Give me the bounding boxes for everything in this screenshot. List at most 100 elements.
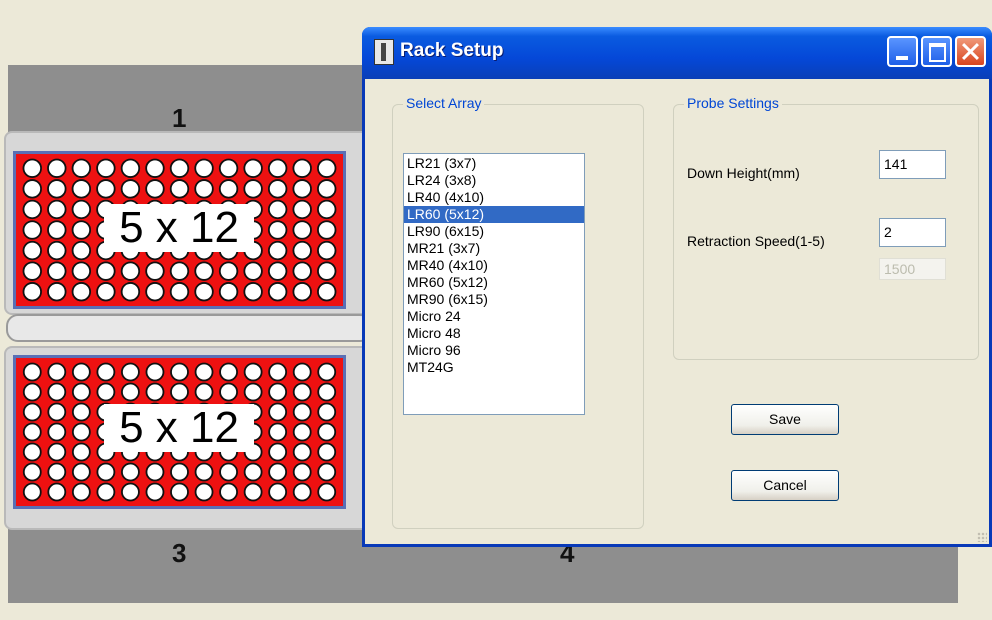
plate-well [317,240,337,261]
plate-well [96,382,116,402]
plate-well [22,442,42,462]
plate-well [268,402,288,422]
select-array-group: Select Array LR21 (3x7) LR24 (3x8) LR40 (4… [392,95,644,529]
plate-well [121,382,140,402]
array-list-item[interactable]: LR24 (3x8) [404,172,584,189]
plate-well [268,482,288,502]
plate-well [71,482,91,502]
plate-well [268,462,288,482]
rack-area-top-band [8,65,368,135]
plate-well [145,261,165,281]
retraction-speed-field[interactable]: 2 [879,218,946,247]
plate-well [194,179,214,199]
probe-settings-title: Probe Settings [684,95,782,111]
plate-well [47,220,67,240]
array-list-item[interactable]: MR60 (5x12) [404,274,584,291]
plate-well [194,261,214,281]
plate-well [145,462,165,482]
plate-well [267,240,288,261]
plate-well [292,179,312,199]
plate-well [145,382,165,402]
plate-well [22,199,42,220]
plate-well [170,482,189,502]
plate-well [243,179,263,199]
plate-well [22,179,42,199]
plate-well [96,462,116,482]
plate-well [22,261,42,281]
plate-well [317,261,337,281]
plate-well [292,402,312,422]
cancel-button[interactable]: Cancel [731,470,839,501]
plate-well [317,362,337,382]
array-list-item[interactable]: Micro 96 [404,342,584,359]
plate-well [194,462,214,482]
plate-well [71,382,91,402]
plate-well [194,158,214,178]
plate-well [267,199,288,220]
plate-well [71,158,92,178]
plate-well [22,422,42,442]
array-list-item[interactable]: MR21 (3x7) [404,240,584,257]
plate-well [145,158,165,178]
array-listbox[interactable]: LR21 (3x7) LR24 (3x8) LR40 (4x10) LR60 (5x1… [403,153,585,415]
plate-well [170,462,189,482]
plate-well [194,382,214,402]
plate-well [47,422,67,442]
plate-well [71,199,92,220]
array-list-item[interactable]: Micro 48 [404,325,584,342]
plate-well [22,382,42,402]
plate-well [194,482,214,502]
plate-well [71,261,92,281]
plate-well [96,282,116,302]
rack-plate-3[interactable]: 5 x 12 [13,355,346,509]
array-list-item[interactable]: LR40 (4x10) [404,189,584,206]
plate-well [169,179,190,199]
plate-well [267,158,288,178]
plate-well [267,282,288,302]
plate-well [243,462,263,482]
plate-well [22,482,42,502]
plate-well [170,362,189,382]
maximize-button[interactable] [921,36,952,67]
plate-well [292,462,312,482]
array-list-item[interactable]: Micro 24 [404,308,584,325]
title-bar[interactable]: Rack Setup [362,27,992,79]
plate-well [47,261,67,281]
resize-grip[interactable] [977,532,987,542]
plate-well [22,220,42,240]
plate-well [22,462,42,482]
rack-rail-middle [6,314,372,342]
plate-well [22,158,42,178]
plate-well [243,261,263,281]
plate-well [267,220,288,240]
plate-well [121,482,140,502]
array-list-item[interactable]: MR90 (6x15) [404,291,584,308]
array-list-item[interactable]: LR60 (5x12) [404,206,584,223]
plate-well [219,482,238,502]
plate-well [292,158,312,178]
plate-well [47,179,67,199]
plate-well [194,282,214,302]
plate-well [292,261,312,281]
down-height-field[interactable]: 141 [879,150,946,179]
array-list-item[interactable]: LR90 (6x15) [404,223,584,240]
plate-well [71,282,92,302]
probe-app-icon [374,39,394,65]
array-list-item[interactable]: MR40 (4x10) [404,257,584,274]
plate-well [292,199,312,220]
plate-well [292,442,312,462]
plate-well [71,179,92,199]
array-list-item[interactable]: LR21 (3x7) [404,155,584,172]
plate-well [120,261,141,281]
plate-well [268,442,288,462]
save-button[interactable]: Save [731,404,839,435]
close-button[interactable] [955,36,986,67]
plate-well [22,402,42,422]
plate-well [96,261,116,281]
plate-well [292,422,312,442]
down-height-label: Down Height(mm) [687,165,800,181]
minimize-button[interactable] [887,36,918,67]
rack-plate-1[interactable]: 5 x 12 [13,151,346,309]
array-list-item[interactable]: MT24G [404,359,584,376]
rack-number-1: 1 [172,103,187,133]
